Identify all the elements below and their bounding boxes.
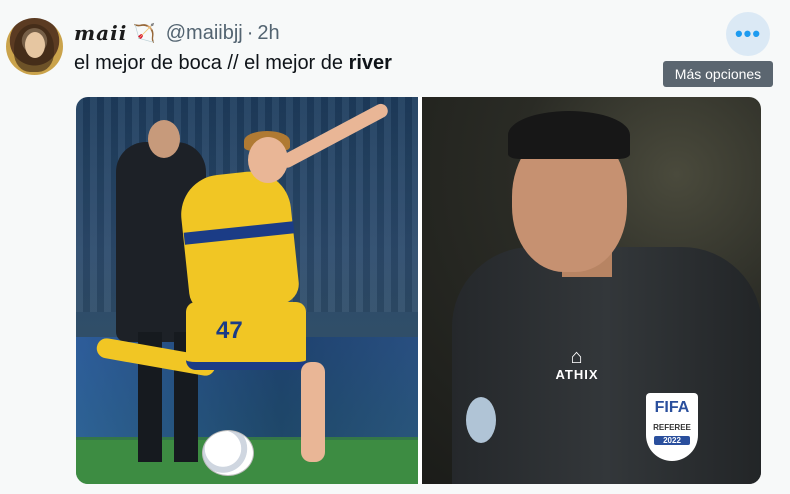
more-horizontal-icon: ••• — [734, 21, 762, 46]
tweet-text-main: el mejor de boca // el mejor de — [74, 52, 349, 74]
football — [202, 430, 254, 476]
athix-mark-icon: ⌂ — [570, 346, 584, 368]
avatar-face — [25, 32, 45, 58]
more-options-button[interactable]: ••• — [726, 12, 770, 56]
separator-dot: · — [246, 21, 254, 44]
badge-year: 2022 — [654, 436, 690, 445]
fifa-referee-badge: FIFA REFEREE 2022 — [646, 393, 698, 461]
tweet-text-bold: river — [348, 52, 392, 74]
player-shorts — [186, 302, 306, 370]
athix-text: ATHIX — [555, 367, 599, 382]
tooltip: Más opciones — [663, 61, 773, 87]
player-standing-leg — [301, 362, 325, 462]
player-number: 47 — [216, 317, 243, 344]
referee-head — [148, 120, 180, 158]
tweet-text: el mejor de boca // el mejor de river — [74, 52, 392, 75]
timestamp[interactable]: 2h — [257, 22, 279, 45]
display-name[interactable]: maii — [74, 21, 127, 45]
player-head — [248, 137, 288, 183]
sleeve-badge — [466, 397, 496, 443]
user-handle[interactable]: @maiibjj — [166, 22, 243, 45]
tweet[interactable]: maii 🏹 @maiibjj · 2h el mejor de boca //… — [0, 0, 790, 494]
bow-arrow-icon: 🏹 — [133, 22, 156, 43]
tweet-header: maii 🏹 @maiibjj · 2h — [74, 18, 280, 48]
avatar[interactable] — [6, 18, 63, 75]
badge-subtitle: REFEREE — [653, 423, 691, 432]
photo-boca-player[interactable]: 47 — [76, 97, 418, 484]
athix-logo: ⌂ ATHIX — [522, 347, 632, 382]
photo-referee[interactable]: ⌂ ATHIX FIFA REFEREE 2022 — [422, 97, 761, 484]
referee-hair — [508, 111, 630, 159]
badge-title: FIFA — [654, 399, 690, 416]
media-grid: 47 ⌂ ATHIX FIFA REFEREE 2022 — [76, 97, 761, 484]
